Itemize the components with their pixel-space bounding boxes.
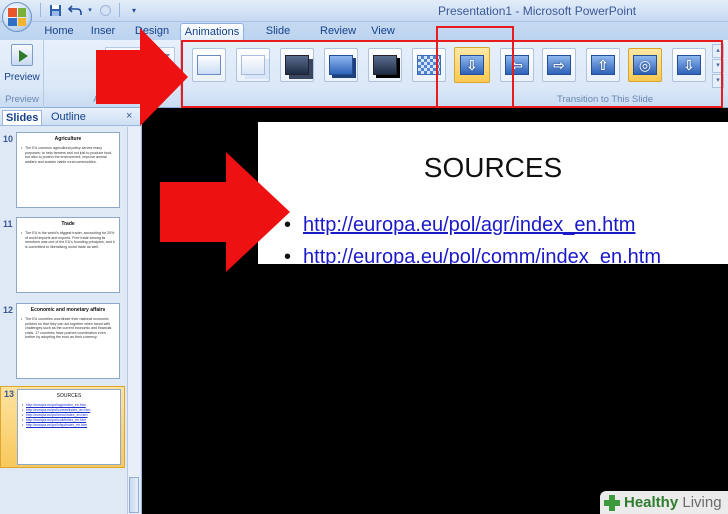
preview-icon	[11, 44, 33, 66]
undo-dropdown-icon[interactable]: ▾	[87, 2, 93, 18]
slide-preview: Economic and monetary affairs The EU cou…	[16, 303, 120, 379]
slide[interactable]: SOURCES • http://europa.eu/pol/agr/index_…	[258, 122, 728, 264]
tab-home[interactable]: Home	[44, 23, 74, 40]
slide-thumb-title: Trade	[61, 221, 75, 227]
title-bar: ▾ ▾ Presentation1 - Microsoft PowerPoint	[0, 0, 728, 32]
slides-panel: Slides Outline × 10 Agriculture The EU c…	[0, 108, 142, 514]
watermark-text: Healthy Living	[624, 494, 722, 511]
slide-thumb-bullet: The EU is the world's biggest trader, ac…	[21, 231, 115, 249]
watermark: Healthy Living	[600, 491, 728, 514]
slide-number: 12	[3, 305, 14, 315]
plus-cross-icon	[604, 494, 620, 511]
qat-divider	[119, 3, 120, 17]
tab-slides[interactable]: Slides	[2, 110, 43, 125]
undo-icon[interactable]	[67, 2, 83, 18]
tab-review[interactable]: Review	[320, 23, 356, 40]
slide-thumb-link: http://europa.eu/pol/cfsp/index_en.htm	[22, 423, 116, 428]
slide-thumbnail-10[interactable]: 10 Agriculture The EU common agricultura…	[0, 132, 125, 210]
window-title: Presentation1 - Microsoft PowerPoint	[438, 4, 637, 18]
tab-view[interactable]: View	[370, 23, 396, 40]
slide-number: 13	[4, 389, 15, 399]
preview-group: Preview Preview	[0, 40, 44, 108]
scrollbar-thumb[interactable]	[129, 477, 139, 513]
office-button[interactable]	[2, 2, 32, 32]
slide-thumb-title: SOURCES	[56, 393, 82, 399]
tab-slide-show[interactable]: Slide Show	[252, 23, 304, 53]
preview-button-label: Preview	[4, 72, 40, 83]
slide-link-row: • http://europa.eu/pol/comm/index_en.htm	[284, 246, 661, 264]
panel-scrollbar[interactable]	[127, 127, 140, 514]
tab-outline[interactable]: Outline	[48, 110, 89, 125]
qat-divider	[40, 3, 41, 17]
quick-access-toolbar: ▾ ▾	[36, 2, 142, 18]
slide-preview: Trade The EU is the world's biggest trad…	[16, 217, 120, 293]
slide-title[interactable]: SOURCES	[258, 152, 728, 184]
slide-link[interactable]: http://europa.eu/pol/comm/index_en.htm	[303, 246, 661, 264]
customize-icon[interactable]: ▾	[126, 2, 142, 18]
slide-preview: Agriculture The EU common agricultural p…	[16, 132, 120, 208]
slide-link-row: • http://europa.eu/pol/agr/index_en.htm	[284, 214, 635, 237]
save-icon[interactable]	[47, 2, 63, 18]
red-arrow-icon	[160, 152, 290, 272]
tab-animations[interactable]: Animations	[180, 23, 244, 40]
slide-number: 10	[3, 134, 14, 144]
redo-icon[interactable]	[97, 2, 113, 18]
preview-group-label: Preview	[5, 94, 39, 105]
office-logo-icon	[8, 8, 26, 26]
slide-thumb-title: Agriculture	[54, 136, 82, 142]
slide-thumb-title: Economic and monetary affairs	[30, 307, 106, 313]
slide-number: 11	[3, 219, 13, 229]
preview-button[interactable]: Preview	[2, 42, 42, 92]
slide-thumb-bullet: The EU countries coordinate their nation…	[21, 317, 115, 340]
highlight-selected-frame	[436, 26, 514, 118]
slide-thumb-bullet: The EU common agricultural policy serves…	[21, 146, 115, 164]
slide-link[interactable]: http://europa.eu/pol/agr/index_en.htm	[303, 214, 635, 236]
slide-preview: SOURCES http://europa.eu/pol/agr/index_e…	[17, 389, 121, 465]
slide-thumbnail-13[interactable]: 13 SOURCES http://europa.eu/pol/agr/inde…	[0, 386, 125, 468]
red-arrow-icon	[96, 28, 188, 126]
slide-thumbnail-12[interactable]: 12 Economic and monetary affairs The EU …	[0, 303, 125, 381]
slide-thumbnail-11[interactable]: 11 Trade The EU is the world's biggest t…	[0, 217, 125, 295]
